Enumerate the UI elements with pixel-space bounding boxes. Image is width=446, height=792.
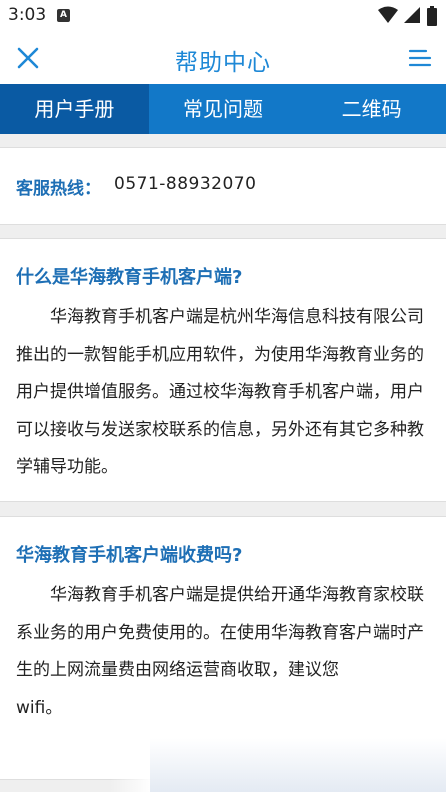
faq-answer-tail: wifi。 [16,697,63,718]
faq-card: 华海教育手机客户端收费吗? 华海教育手机客户端是提供给开通华海教育家校联系业务的… [0,516,446,780]
wifi-icon [377,6,398,23]
tab-user-manual[interactable]: 用户手册 [0,84,149,134]
hotline-label: 客服热线： [16,179,101,199]
faq-question: 华海教育手机客户端收费吗? [16,545,243,566]
tab-faq[interactable]: 常见问题 [149,84,298,134]
page-title: 帮助中心 [175,50,271,76]
notification-icon: A [57,9,70,22]
menu-button[interactable] [406,44,434,72]
battery-icon [427,6,437,26]
faq-answer-text: 华海教育手机客户端是提供给开通华海教育家校联系业务的用户免费使用的。在使用华海教… [16,585,424,680]
tab-bar: 用户手册 常见问题 二维码 [0,84,446,134]
status-icons [377,6,438,26]
faq-answer: 华海教育手机客户端是杭州华海信息科技有限公司推出的一款智能手机应用软件，为使用华… [16,307,424,477]
signal-icon [403,7,420,23]
faq-answer: 华海教育手机客户端是提供给开通华海教育家校联系业务的用户免费使用的。在使用华海教… [16,577,434,727]
status-time: 3:03 [8,5,47,25]
status-bar: 3:03 A [0,0,446,32]
faq-question: 什么是华海教育手机客户端? [16,267,243,288]
hotline-card: 客服热线： 0571-88932070 [0,147,446,225]
menu-icon [408,49,432,67]
faq-card: 什么是华海教育手机客户端? 华海教育手机客户端是杭州华海信息科技有限公司推出的一… [0,238,446,502]
hotline-number[interactable]: 0571-88932070 [114,174,256,194]
tab-qr-code[interactable]: 二维码 [297,84,446,134]
app-header: 帮助中心 [0,32,446,84]
